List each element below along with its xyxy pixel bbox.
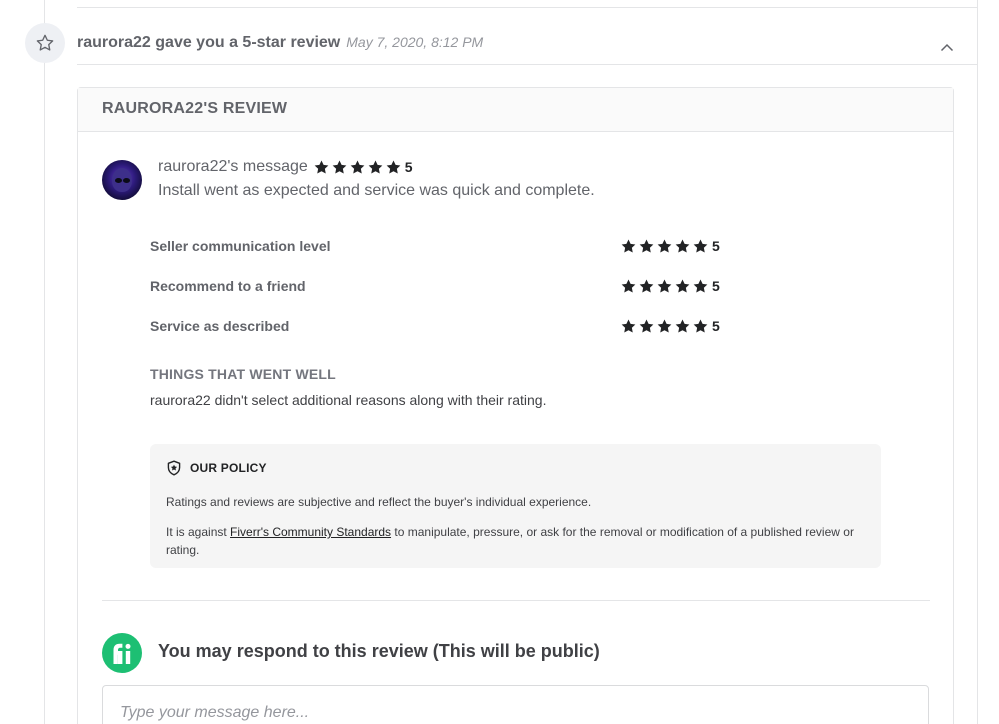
rating-label: Service as described: [150, 318, 290, 334]
respond-title: You may respond to this review (This wil…: [158, 641, 600, 661]
timeline-line: [44, 0, 45, 724]
policy-paragraph: It is against Fiverr's Community Standar…: [166, 523, 865, 559]
avatar[interactable]: [102, 160, 142, 200]
star-rating: [620, 238, 709, 255]
reply-message-input[interactable]: [102, 685, 929, 724]
rating-label: Seller communication level: [150, 238, 331, 254]
review-card-header: RAURORA22'S REVIEW: [78, 88, 953, 132]
shield-star-icon: [166, 460, 182, 476]
rating-row-service: Service as described 5: [150, 316, 750, 336]
divider: [102, 600, 930, 601]
star-filled-icon: [620, 238, 637, 255]
star-filled-icon: [674, 318, 691, 335]
star-filled-icon: [638, 318, 655, 335]
divider: [77, 7, 977, 8]
event-date: May 7, 2020, 8:12 PM: [346, 34, 484, 50]
event-header: raurora22 gave you a 5-star review May 7,…: [77, 34, 483, 52]
review-author-label: raurora22's message: [158, 158, 308, 175]
review-message-header: raurora22's message 5: [158, 158, 413, 176]
overall-rating-value: 5: [404, 159, 413, 175]
things-went-well-title: THINGS THAT WENT WELL: [150, 366, 336, 382]
star-filled-icon: [692, 238, 709, 255]
rating-value: 5: [712, 278, 720, 294]
divider: [77, 64, 977, 65]
chevron-up-icon[interactable]: [938, 40, 956, 54]
star-filled-icon: [674, 278, 691, 295]
event-title: raurora22 gave you a 5-star review: [77, 34, 341, 51]
avatar-eye: [123, 178, 130, 183]
star-filled-icon: [385, 159, 402, 176]
review-message-text: Install went as expected and service was…: [158, 182, 595, 199]
star-filled-icon: [692, 318, 709, 335]
star-filled-icon: [656, 318, 673, 335]
star-filled-icon: [367, 159, 384, 176]
star-outline-icon: [25, 23, 65, 63]
star-filled-icon: [692, 278, 709, 295]
policy-text: It is against: [166, 525, 231, 539]
policy-box: OUR POLICY Ratings and reviews are subje…: [150, 444, 881, 568]
star-filled-icon: [331, 159, 348, 176]
policy-title-row: OUR POLICY: [166, 460, 865, 476]
fiverr-logo-icon: [102, 633, 142, 673]
star-filled-icon: [656, 278, 673, 295]
policy-paragraph: Ratings and reviews are subjective and r…: [166, 495, 592, 509]
star-filled-icon: [313, 159, 330, 176]
star-filled-icon: [638, 278, 655, 295]
star-filled-icon: [656, 238, 673, 255]
panel-border: [977, 0, 978, 724]
star-filled-icon: [349, 159, 366, 176]
rating-row-recommend: Recommend to a friend 5: [150, 276, 750, 296]
star-rating: [620, 278, 709, 295]
rating-value: 5: [712, 318, 720, 334]
star-filled-icon: [638, 238, 655, 255]
rating-row-communication: Seller communication level 5: [150, 236, 750, 256]
star-filled-icon: [674, 238, 691, 255]
rating-label: Recommend to a friend: [150, 278, 306, 294]
policy-title: OUR POLICY: [190, 461, 267, 475]
star-filled-icon: [620, 278, 637, 295]
star-rating: [620, 318, 709, 335]
community-standards-link[interactable]: Fiverr's Community Standards: [230, 525, 391, 539]
star-filled-icon: [620, 318, 637, 335]
overall-star-rating: [313, 159, 402, 176]
rating-value: 5: [712, 238, 720, 254]
avatar-eye: [115, 178, 122, 183]
things-went-well-text: raurora22 didn't select additional reaso…: [150, 392, 547, 408]
